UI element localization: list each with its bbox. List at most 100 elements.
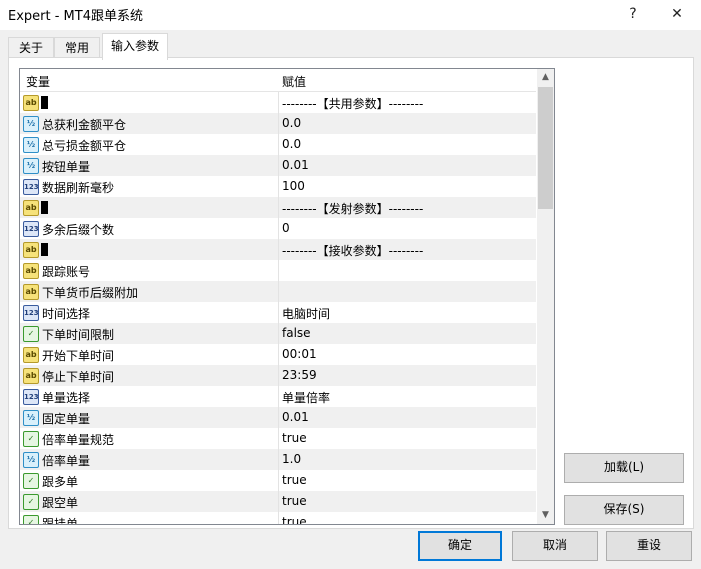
column-divider xyxy=(278,386,279,407)
column-divider xyxy=(278,281,279,302)
column-divider xyxy=(278,113,279,134)
double-type-icon: ½ xyxy=(23,116,39,132)
parameter-row[interactable]: ab 跟踪账号 xyxy=(20,260,536,281)
separator-marker xyxy=(41,201,48,214)
parameter-value[interactable]: 0.0 xyxy=(282,116,301,130)
parameter-row[interactable]: 123 单量选择 单量倍率 xyxy=(20,386,536,407)
string-type-icon: ab xyxy=(23,263,39,279)
title-bar: Expert - MT4跟单系统 ? ✕ xyxy=(0,0,701,30)
parameter-row[interactable]: ab 开始下单时间 00:01 xyxy=(20,344,536,365)
parameter-name: 总获利金额平仓 xyxy=(42,118,127,132)
string-type-icon: ab xyxy=(23,347,39,363)
parameter-row[interactable]: ✓ 跟挂单 true xyxy=(20,512,536,524)
parameter-row[interactable]: ✓ 倍率单量规范 true xyxy=(20,428,536,449)
parameter-value[interactable]: true xyxy=(282,473,307,487)
parameter-value[interactable]: 100 xyxy=(282,179,305,193)
parameter-row[interactable]: ab --------【共用参数】-------- xyxy=(20,92,536,113)
parameter-name: 按钮单量 xyxy=(42,160,91,174)
save-button[interactable]: 保存(S) xyxy=(564,495,684,525)
parameter-row[interactable]: ab --------【发射参数】-------- xyxy=(20,197,536,218)
parameter-rows: ab --------【共用参数】-------- ½ 总获利金额平仓 0.0 ½ 总亏损金… xyxy=(20,92,536,524)
string-type-icon: ab xyxy=(23,284,39,300)
column-divider xyxy=(278,407,279,428)
parameter-value[interactable]: true xyxy=(282,494,307,508)
ok-button[interactable]: 确定 xyxy=(418,531,502,561)
boolean-type-icon: ✓ xyxy=(23,494,39,510)
boolean-type-icon: ✓ xyxy=(23,515,39,524)
string-type-icon: ab xyxy=(23,368,39,384)
close-button[interactable]: ✕ xyxy=(662,2,692,26)
parameter-value[interactable]: --------【共用参数】-------- xyxy=(282,95,423,112)
column-header-value[interactable]: 赋值 xyxy=(282,73,306,90)
parameter-row[interactable]: ✓ 跟空单 true xyxy=(20,491,536,512)
parameter-value[interactable]: 单量倍率 xyxy=(282,389,330,406)
parameter-value[interactable]: 0.01 xyxy=(282,158,309,172)
string-type-icon: ab xyxy=(23,95,39,111)
parameter-row[interactable]: 123 时间选择 电脑时间 xyxy=(20,302,536,323)
parameter-row[interactable]: ½ 总获利金额平仓 0.0 xyxy=(20,113,536,134)
parameter-value[interactable]: true xyxy=(282,515,307,524)
scroll-up-icon[interactable]: ▲ xyxy=(537,69,554,86)
parameter-value[interactable]: false xyxy=(282,326,311,340)
integer-type-icon: 123 xyxy=(23,305,39,321)
column-divider xyxy=(278,176,279,197)
help-button[interactable]: ? xyxy=(618,2,648,26)
parameter-row[interactable]: ab 停止下单时间 23:59 xyxy=(20,365,536,386)
column-divider xyxy=(278,491,279,512)
column-divider xyxy=(278,365,279,386)
load-button[interactable]: 加载(L) xyxy=(564,453,684,483)
parameter-name: 跟多单 xyxy=(42,475,79,489)
parameter-value[interactable]: 1.0 xyxy=(282,452,301,466)
integer-type-icon: 123 xyxy=(23,221,39,237)
window-title: Expert - MT4跟单系统 xyxy=(8,9,143,24)
scroll-down-icon[interactable]: ▼ xyxy=(537,507,554,524)
parameter-name: 多余后缀个数 xyxy=(42,223,115,237)
double-type-icon: ½ xyxy=(23,158,39,174)
parameter-name: 倍率单量 xyxy=(42,454,91,468)
parameter-value[interactable]: 0 xyxy=(282,221,290,235)
parameter-value[interactable]: 电脑时间 xyxy=(282,305,330,322)
parameter-name: 停止下单时间 xyxy=(42,370,115,384)
parameter-row[interactable]: ½ 总亏损金额平仓 0.0 xyxy=(20,134,536,155)
parameter-value[interactable]: --------【接收参数】-------- xyxy=(282,242,423,259)
column-header-variable[interactable]: 变量 xyxy=(26,73,50,90)
parameter-name: 时间选择 xyxy=(42,307,91,321)
string-type-icon: ab xyxy=(23,200,39,216)
boolean-type-icon: ✓ xyxy=(23,326,39,342)
column-divider xyxy=(278,449,279,470)
parameter-value[interactable]: 23:59 xyxy=(282,368,317,382)
tab-about[interactable]: 关于 xyxy=(8,37,54,59)
parameter-row[interactable]: 123 数据刷新毫秒 100 xyxy=(20,176,536,197)
tab-common[interactable]: 常用 xyxy=(54,37,100,59)
parameter-name: 数据刷新毫秒 xyxy=(42,181,115,195)
parameter-value[interactable]: 0.01 xyxy=(282,410,309,424)
parameter-row[interactable]: ½ 倍率单量 1.0 xyxy=(20,449,536,470)
column-divider xyxy=(278,92,279,113)
parameter-row[interactable]: ✓ 下单时间限制 false xyxy=(20,323,536,344)
parameter-row[interactable]: ½ 按钮单量 0.01 xyxy=(20,155,536,176)
column-divider xyxy=(278,218,279,239)
column-divider xyxy=(278,155,279,176)
cancel-button[interactable]: 取消 xyxy=(512,531,598,561)
parameter-row[interactable]: 123 多余后缀个数 0 xyxy=(20,218,536,239)
parameter-value[interactable]: --------【发射参数】-------- xyxy=(282,200,423,217)
grid-scrollbar[interactable]: ▲ ▼ xyxy=(537,69,554,524)
parameter-row[interactable]: ab 下单货币后缀附加 xyxy=(20,281,536,302)
parameter-row[interactable]: ab --------【接收参数】-------- xyxy=(20,239,536,260)
parameter-row[interactable]: ½ 固定单量 0.01 xyxy=(20,407,536,428)
separator-marker xyxy=(41,243,48,256)
parameter-value[interactable]: 00:01 xyxy=(282,347,317,361)
parameter-value[interactable]: true xyxy=(282,431,307,445)
reset-button[interactable]: 重设 xyxy=(606,531,692,561)
tab-inputs[interactable]: 输入参数 xyxy=(102,33,168,60)
parameter-row[interactable]: ✓ 跟多单 true xyxy=(20,470,536,491)
double-type-icon: ½ xyxy=(23,137,39,153)
parameter-grid[interactable]: 变量 赋值 ab --------【共用参数】-------- ½ 总获利金额平仓 0.… xyxy=(19,68,555,525)
parameter-name: 下单时间限制 xyxy=(42,328,115,342)
scroll-thumb[interactable] xyxy=(538,87,553,209)
parameter-value[interactable]: 0.0 xyxy=(282,137,301,151)
column-divider xyxy=(278,323,279,344)
integer-type-icon: 123 xyxy=(23,179,39,195)
column-divider xyxy=(278,260,279,281)
string-type-icon: ab xyxy=(23,242,39,258)
